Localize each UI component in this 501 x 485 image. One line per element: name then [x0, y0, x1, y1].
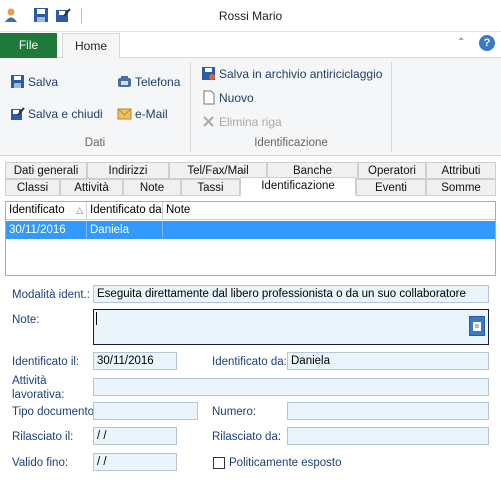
tab-tassi[interactable]: Tassi — [181, 179, 240, 196]
rilasciato-da-label: Rilasciato da: — [212, 431, 282, 443]
salva-button[interactable]: Salva — [10, 73, 58, 91]
note-expand-icon[interactable] — [469, 316, 485, 336]
rilasciato-da-field[interactable] — [287, 427, 489, 445]
save-close-icon — [10, 106, 25, 121]
salva-chiudi-button[interactable]: Salva e chiudi — [10, 105, 103, 123]
identificato-da-label: Identificato da: — [212, 356, 287, 368]
salva-archivio-label: Salva in archivio antiriciclaggio — [219, 67, 383, 81]
attivita-label: Attività — [12, 375, 47, 387]
salva-chiudi-label: Salva e chiudi — [28, 107, 103, 121]
numero-field[interactable] — [287, 402, 489, 420]
identificato-da-field[interactable]: Daniela — [287, 352, 489, 370]
rilasciato-il-label: Rilasciato il: — [12, 431, 74, 443]
modalita-label: Modalità ident.: — [12, 289, 90, 301]
attivita-label-2: lavorativa: — [12, 389, 65, 401]
column-header-note[interactable]: Note — [163, 202, 495, 220]
cell-identificato-da: Daniela — [87, 221, 163, 239]
modalita-field[interactable]: Eseguita direttamente dal libero profess… — [93, 285, 489, 303]
identificato-il-label: Identificato il: — [12, 356, 80, 368]
collapse-ribbon-icon[interactable]: ⌃ — [457, 37, 465, 48]
tipo-documento-field[interactable] — [93, 402, 198, 420]
note-label: Note: — [12, 314, 40, 326]
tab-identificazione[interactable]: Identificazione — [240, 177, 356, 196]
telefona-label: Telefona — [135, 75, 181, 89]
tab-note[interactable]: Note — [123, 179, 181, 196]
tab-operatori[interactable]: Operatori — [358, 162, 426, 179]
numero-label: Numero: — [212, 406, 257, 418]
elimina-riga-button[interactable]: Elimina riga — [201, 113, 282, 131]
group-identificazione-label: Identificazione — [254, 137, 328, 149]
cell-note — [163, 221, 495, 239]
tab-eventi[interactable]: Eventi — [356, 179, 426, 196]
identificato-il-field[interactable]: 30/11/2016 — [93, 352, 177, 370]
attivita-field[interactable] — [93, 378, 489, 396]
telefona-button[interactable]: Telefona — [117, 73, 180, 91]
group-dati-label: Dati — [84, 137, 106, 149]
politicamente-esposto-label: Politicamente esposto — [229, 457, 342, 469]
help-icon[interactable]: ? — [479, 35, 495, 51]
column-header-identificato[interactable]: Identificato △ — [6, 202, 87, 220]
archive-save-icon — [201, 66, 216, 81]
ribbon-separator — [391, 62, 392, 152]
table-row[interactable]: 30/11/2016 Daniela — [6, 221, 495, 239]
column-header-identificato-da[interactable]: Identificato da — [87, 202, 163, 220]
politicamente-esposto-checkbox[interactable] — [213, 457, 225, 469]
nuovo-button[interactable]: Nuovo — [201, 89, 254, 107]
tab-home[interactable]: Home — [62, 33, 120, 59]
new-document-icon — [201, 90, 216, 105]
tab-attributi[interactable]: Attributi — [426, 162, 496, 179]
ribbon: Salva Salva e chiudi Telefona e-Mail Dat… — [0, 58, 501, 156]
text-cursor — [96, 312, 97, 325]
valido-fino-label: Valido fino: — [12, 457, 69, 469]
rilasciato-il-field[interactable]: / / — [93, 427, 177, 445]
email-label: e-Mail — [135, 107, 168, 121]
tab-classi[interactable]: Classi — [5, 179, 60, 196]
sort-ascending-icon: △ — [76, 205, 83, 215]
mail-icon — [117, 106, 132, 121]
save-icon — [10, 74, 25, 89]
email-button[interactable]: e-Mail — [117, 105, 168, 123]
salva-archivio-button[interactable]: Salva in archivio antiriciclaggio — [201, 65, 382, 83]
valido-fino-field[interactable]: / / — [93, 453, 177, 471]
salva-label: Salva — [28, 75, 59, 89]
cell-identificato: 30/11/2016 — [6, 221, 87, 239]
phone-icon — [117, 74, 132, 89]
tab-attivita[interactable]: Attività — [60, 179, 123, 196]
column-header-label: Identificato — [9, 204, 65, 216]
note-field[interactable] — [93, 309, 489, 345]
window-title: Rossi Mario — [218, 9, 283, 23]
tab-file[interactable]: File — [0, 33, 57, 58]
identification-grid[interactable]: Identificato △ Identificato da Note 30/11… — [5, 201, 496, 276]
delete-icon — [201, 114, 216, 129]
tab-somme[interactable]: Somme — [426, 179, 496, 196]
tab-indirizzi[interactable]: Indirizzi — [87, 162, 169, 179]
tipo-documento-label: Tipo documento: — [12, 406, 98, 418]
tab-dati-generali[interactable]: Dati generali — [5, 162, 87, 179]
nuovo-label: Nuovo — [219, 91, 254, 105]
elimina-riga-label: Elimina riga — [219, 115, 282, 129]
